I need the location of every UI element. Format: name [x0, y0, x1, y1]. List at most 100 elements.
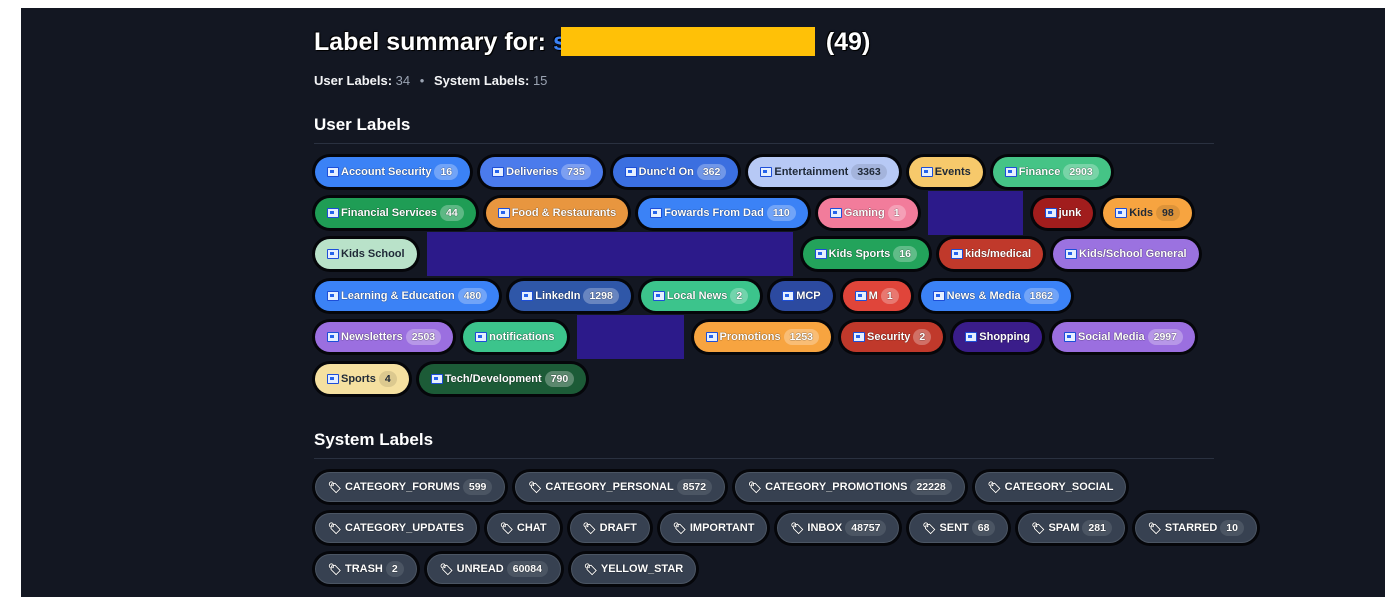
label-count-badge: 68: [971, 520, 996, 536]
system-label-chip-draft[interactable]: 🏷 DRAFT: [569, 513, 650, 543]
label-icon: [1044, 208, 1057, 218]
user-label-chip-notifications[interactable]: notifications: [463, 322, 567, 352]
user-label-chip-security[interactable]: Security 2: [841, 322, 944, 352]
label-count-badge: 22228: [910, 479, 952, 495]
user-label-chip-junk[interactable]: junk: [1032, 198, 1094, 228]
user-label-chip-kids-school-general[interactable]: Kids/School General: [1053, 239, 1199, 269]
user-label-chip-social-media[interactable]: Social Media 2997: [1051, 322, 1195, 352]
label-icon: [1063, 332, 1076, 342]
label-name: Sports: [341, 373, 376, 385]
label-name: Events: [934, 166, 971, 178]
tag-icon: 🏷: [499, 522, 514, 535]
system-labels-count-label: System Labels:: [433, 73, 530, 88]
user-label-chip-dunc-d-on[interactable]: Dunc'd On 362: [612, 157, 739, 187]
label-count-badge: 110: [766, 205, 796, 221]
system-label-chip-inbox[interactable]: 🏷 INBOX 48757: [777, 513, 900, 543]
label-icon: [327, 332, 339, 342]
label-name: CATEGORY_FORUMS: [344, 481, 460, 493]
system-label-chip-chat[interactable]: 🏷 CHAT: [486, 513, 560, 543]
label-count-badge: 98: [1156, 205, 1180, 221]
label-icon: [1004, 167, 1017, 177]
label-count-badge: 4: [378, 371, 397, 387]
user-label-chip-linkedin[interactable]: LinkedIn 1298: [509, 281, 631, 311]
label-name: CATEGORY_SOCIAL: [1004, 481, 1114, 493]
tag-icon: 🏷: [439, 563, 454, 576]
label-icon: [492, 167, 505, 177]
user-label-chip-food-restaurants[interactable]: Food & Restaurants: [485, 198, 629, 228]
label-name: junk: [1058, 207, 1082, 219]
system-label-chip-category-forums[interactable]: 🏷 CATEGORY_FORUMS 599: [315, 472, 506, 502]
system-label-chip-unread[interactable]: 🏷 UNREAD 60084: [426, 554, 561, 584]
label-name: Social Media: [1077, 331, 1145, 343]
label-name: Kids Sports: [828, 248, 891, 260]
user-label-chip-kids[interactable]: Kids 98: [1103, 198, 1192, 228]
tag-icon: 🏷: [790, 522, 805, 535]
system-label-chip-spam[interactable]: 🏷 SPAM 281: [1018, 513, 1125, 543]
label-icon: [760, 167, 773, 177]
user-label-chip-account-security[interactable]: Account Security 16: [315, 157, 471, 187]
user-labels-row-1: Account Security 16 Deliveries 735 Dunc'd On…: [315, 154, 1121, 190]
user-label-chip-kids-school[interactable]: Kids School: [315, 239, 417, 269]
user-label-chip-deliveries[interactable]: Deliveries 735: [480, 157, 603, 187]
label-count-badge: 2: [730, 288, 749, 304]
label-icon: [475, 332, 488, 342]
system-label-chip-sent[interactable]: 🏷 SENT 68: [909, 513, 1009, 543]
label-count-badge: 2997: [1147, 329, 1183, 345]
user-label-chip-newsletters[interactable]: Newsletters 2503: [315, 322, 454, 352]
user-label-chip-sports[interactable]: Sports 4: [315, 364, 409, 394]
label-name: IMPORTANT: [689, 522, 755, 534]
user-label-chip-local-news[interactable]: Local News 2: [640, 281, 761, 311]
user-label-chip-kids-medical[interactable]: kids/medical: [938, 239, 1044, 269]
label-name: Food & Restaurants: [511, 207, 617, 219]
user-label-chip-entertainment[interactable]: Entertainment 3363: [748, 157, 899, 187]
user-label-chip-tech-development[interactable]: Tech/Development 790: [418, 364, 587, 394]
label-name: Deliveries: [506, 166, 559, 178]
tag-icon: 🏷: [582, 522, 597, 535]
system-label-chip-yellow-star[interactable]: 🏷 YELLOW_STAR: [570, 554, 697, 584]
label-name: LinkedIn: [535, 290, 581, 302]
system-labels-row-2: 🏷 CATEGORY_UPDATES 🏷 CHAT 🏷 DRAFT 🏷 IMPORTANT 🏷 I…: [315, 510, 1267, 546]
label-name: M: [868, 290, 878, 302]
user-label-chip-shopping[interactable]: Shopping: [953, 322, 1042, 352]
system-label-chip-starred[interactable]: 🏷 STARRED 10: [1134, 513, 1257, 543]
user-label-chip-learning-education[interactable]: Learning & Education 480: [315, 281, 500, 311]
system-labels-row-1: 🏷 CATEGORY_FORUMS 599 🏷 CATEGORY_PERSONAL 857…: [315, 469, 1136, 505]
user-label-chip-finance[interactable]: Finance 2903: [992, 157, 1111, 187]
user-label-chip-kids-sports[interactable]: Kids Sports 16: [802, 239, 929, 269]
page-title: Label summary for: s (49): [314, 27, 870, 57]
label-count-badge: 1298: [583, 288, 619, 304]
user-label-chip-promotions[interactable]: Promotions 1253: [693, 322, 831, 352]
system-labels-divider: [314, 458, 1214, 459]
system-label-chip-trash[interactable]: 🏷 TRASH 2: [315, 554, 417, 584]
user-label-chip-events[interactable]: Events: [908, 157, 983, 187]
label-icon: [705, 332, 718, 342]
user-labels-row-6: Sports 4 Tech/Development 790: [315, 361, 596, 397]
system-label-chip-category-personal[interactable]: 🏷 CATEGORY_PERSONAL 8572: [515, 472, 726, 502]
user-labels-row-2: Financial Services 44 Food & Restaurants Fo…: [315, 191, 1202, 235]
system-label-chip-category-promotions[interactable]: 🏷 CATEGORY_PROMOTIONS 22228: [735, 472, 965, 502]
label-name: TRASH: [344, 563, 383, 575]
label-name: notifications: [489, 331, 555, 343]
label-icon: [1065, 249, 1078, 259]
label-name: UNREAD: [456, 563, 504, 575]
label-icon: [782, 291, 795, 301]
label-count-badge: 281: [1082, 520, 1112, 536]
system-label-chip-category-updates[interactable]: 🏷 CATEGORY_UPDATES: [315, 513, 477, 543]
title-prefix: Label summary for:: [314, 28, 547, 56]
label-total-count: (49): [825, 28, 871, 56]
label-name: SPAM: [1048, 522, 1080, 534]
system-label-chip-category-social[interactable]: 🏷 CATEGORY_SOCIAL: [974, 472, 1127, 502]
user-label-chip-m[interactable]: M1: [842, 281, 911, 311]
label-icon: [920, 167, 933, 177]
user-label-chip-gaming[interactable]: Gaming 1: [817, 198, 918, 228]
user-label-chip-news-media[interactable]: News & Media 1862: [920, 281, 1071, 311]
user-label-chip-fowards-from-dad[interactable]: Fowards From Dad 110: [638, 198, 808, 228]
user-labels-count-label: User Labels:: [314, 73, 393, 88]
system-label-chip-important[interactable]: 🏷 IMPORTANT: [659, 513, 768, 543]
label-icon: [624, 167, 637, 177]
user-label-chip-financial-services[interactable]: Financial Services 44: [315, 198, 476, 228]
label-count-badge: 8572: [676, 479, 713, 495]
user-label-chip-mcp[interactable]: MCP: [770, 281, 833, 311]
label-icon: [327, 374, 339, 384]
user-labels-row-3: Kids School Kids Sports 16 kids/medical Kids…: [315, 232, 1209, 276]
